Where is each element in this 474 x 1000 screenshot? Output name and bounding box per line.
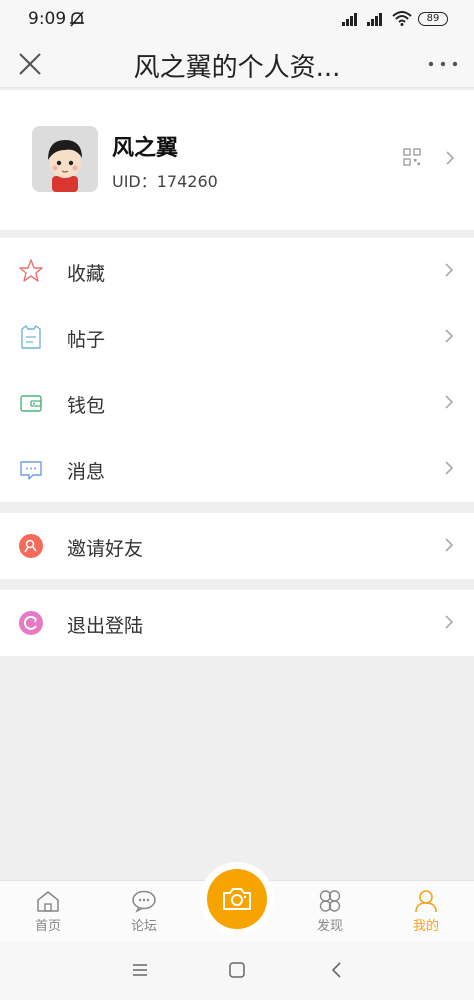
menu-item-label: 消息	[67, 461, 106, 483]
menu-item-label: 邀请好友	[67, 538, 144, 560]
avatar	[32, 126, 98, 192]
back-icon[interactable]	[327, 960, 347, 980]
menu-item-label: 收藏	[67, 263, 106, 285]
close-icon[interactable]	[16, 50, 44, 78]
system-navigation-bar	[0, 942, 474, 1000]
logout-icon	[19, 611, 43, 635]
profile-card[interactable]: 风之翼 UID：174260	[0, 90, 474, 230]
wifi-icon	[392, 11, 412, 26]
menu-item-label: 帖子	[67, 329, 106, 351]
camera-icon	[223, 888, 251, 910]
post-icon	[21, 325, 41, 349]
battery-icon: 89	[418, 12, 448, 26]
profile-uid: UID：174260	[112, 172, 218, 191]
forum-icon	[132, 890, 156, 913]
menu-item-favorites[interactable]: 收藏	[0, 238, 474, 304]
menu-item-messages[interactable]: 消息	[0, 436, 474, 502]
tab-label: 首页	[34, 919, 61, 934]
wallet-icon	[20, 395, 42, 412]
profile-icon	[415, 890, 437, 913]
status-time: 9:09	[28, 9, 67, 29]
menu-item-posts[interactable]: 帖子	[0, 304, 474, 370]
tab-label: 论坛	[130, 919, 157, 934]
mute-bell-icon	[70, 11, 84, 27]
tab-label: 发现	[316, 919, 343, 934]
chevron-right-icon	[445, 461, 454, 475]
home-square-icon[interactable]	[227, 960, 247, 980]
tab-home[interactable]: 首页	[18, 889, 78, 939]
qr-code-icon[interactable]	[403, 148, 421, 166]
signal-icon	[367, 13, 382, 26]
menu-item-wallet[interactable]: 钱包	[0, 370, 474, 436]
menu-item-label: 钱包	[67, 395, 106, 417]
more-options-icon[interactable]	[426, 52, 460, 76]
chevron-right-icon	[445, 395, 454, 409]
star-icon	[19, 259, 43, 282]
status-bar: 9:09 89	[0, 0, 474, 40]
tab-label: 我的	[412, 919, 439, 934]
menu-group-main: 收藏 帖子 钱包 消息	[0, 238, 474, 502]
profile-name: 风之翼	[112, 136, 179, 161]
home-icon	[37, 891, 59, 912]
tab-discover[interactable]: 发现	[300, 889, 360, 939]
menu-item-invite-friends[interactable]: 邀请好友	[0, 513, 474, 579]
menu-item-label: 退出登陆	[67, 615, 144, 637]
invite-icon	[19, 534, 43, 558]
chevron-right-icon	[445, 538, 454, 552]
menu-item-logout[interactable]: 退出登陆	[0, 590, 474, 656]
menu-group-logout: 退出登陆	[0, 590, 474, 656]
camera-button-circle	[207, 869, 267, 929]
discover-icon	[319, 890, 341, 912]
message-icon	[20, 461, 42, 480]
chevron-right-icon	[446, 151, 455, 165]
title-bar: 风之翼的个人资...	[0, 40, 474, 88]
page-title: 风之翼的个人资...	[133, 53, 341, 83]
menu-group-invite: 邀请好友	[0, 513, 474, 579]
signal-icon	[342, 13, 357, 26]
chevron-right-icon	[445, 615, 454, 629]
menu-icon[interactable]	[130, 960, 150, 980]
chevron-right-icon	[445, 263, 454, 277]
chevron-right-icon	[445, 329, 454, 343]
tab-forum[interactable]: 论坛	[114, 889, 174, 939]
tab-mine[interactable]: 我的	[396, 889, 456, 939]
camera-button[interactable]	[200, 862, 274, 936]
